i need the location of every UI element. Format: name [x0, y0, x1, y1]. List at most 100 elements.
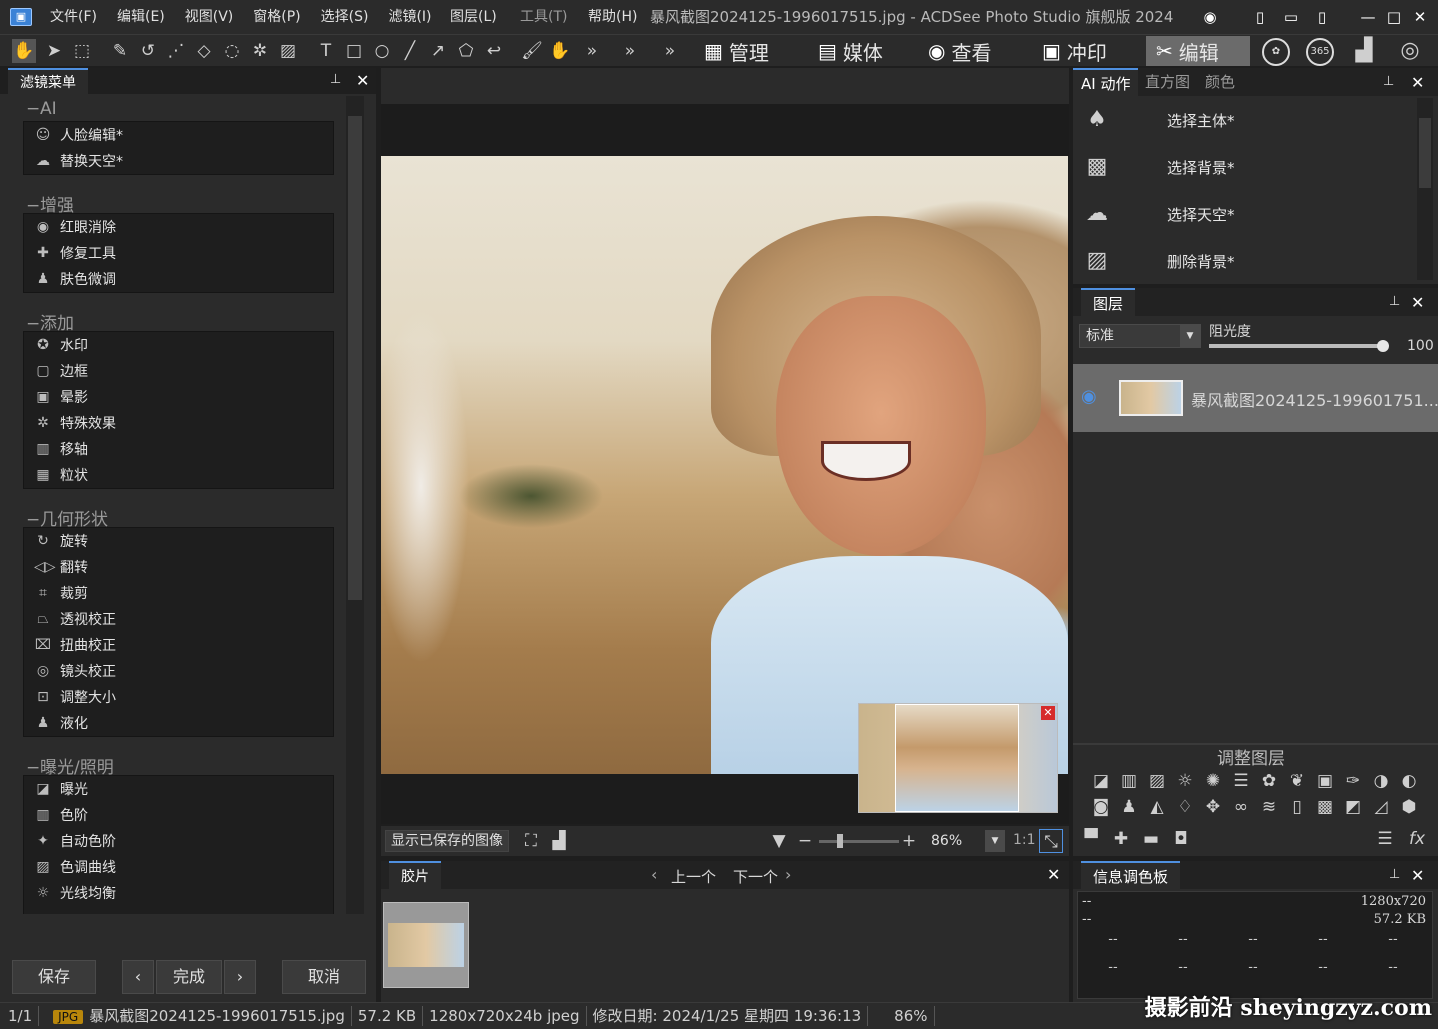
mode-tab-media[interactable]: ▤ 媒体	[808, 36, 893, 66]
brightness-adj-icon[interactable]: ✺	[1201, 770, 1225, 792]
menu-edit[interactable]: 编辑(E)	[107, 0, 175, 34]
menu-pane[interactable]: 窗格(P)	[243, 0, 310, 34]
filter-item-exposure[interactable]: ◪ 曝光	[24, 776, 333, 802]
mode-tab-develop[interactable]: ▣ 冲印	[1032, 36, 1117, 66]
line-tool-icon[interactable]: ╱	[398, 39, 422, 63]
navigator-viewport[interactable]	[895, 704, 1019, 812]
chevron-left-icon[interactable]: ‹	[651, 865, 657, 884]
cube-adj-icon[interactable]: ⬢	[1397, 796, 1421, 818]
cancel-button[interactable]: 取消	[282, 960, 366, 994]
pin-icon[interactable]: ⊥	[1389, 867, 1400, 882]
more-tools-icon[interactable]: »	[580, 39, 604, 63]
edited-photo[interactable]	[381, 156, 1068, 774]
brush-select-icon[interactable]: ✎	[108, 39, 132, 63]
smart-erase-icon[interactable]: ▨	[276, 39, 300, 63]
contrast-adj-icon[interactable]: ◐	[1397, 770, 1421, 792]
arrow-tool-icon[interactable]: ↗	[426, 39, 450, 63]
acdsee-365-icon[interactable]: 365	[1306, 38, 1334, 66]
close-window-icon[interactable]: ✕	[1410, 7, 1430, 27]
close-panel-icon[interactable]: ✕	[356, 71, 369, 90]
zoom-out-icon[interactable]: −	[793, 829, 817, 853]
rectangle-tool-icon[interactable]: □	[342, 39, 366, 63]
done-button[interactable]: 完成	[156, 960, 222, 994]
next-button[interactable]: ›	[224, 960, 256, 994]
filter-item-repair[interactable]: ✚ 修复工具	[24, 240, 333, 266]
maximize-icon[interactable]: □	[1384, 7, 1404, 27]
split-adj-icon[interactable]: ◩	[1341, 796, 1365, 818]
sliders-adj-icon[interactable]: ☰	[1229, 770, 1253, 792]
opacity-slider[interactable]	[1209, 340, 1389, 352]
layout-right-icon[interactable]: ▯	[1312, 7, 1332, 27]
light-adj-icon[interactable]: ☼	[1173, 770, 1197, 792]
person-adj-icon[interactable]: ♟	[1117, 796, 1141, 818]
menu-tools[interactable]: 工具(T)	[510, 0, 577, 34]
menu-file[interactable]: 文件(F)	[40, 0, 107, 34]
zoom-select[interactable]: 86% ▼	[925, 830, 1005, 854]
filter-item-special-effects[interactable]: ✲ 特殊效果	[24, 410, 333, 436]
close-navigator-icon[interactable]: ✕	[1041, 706, 1055, 720]
layer-row[interactable]: ◉ 暴风截图2024125-199601751...	[1073, 364, 1438, 432]
one-to-one-button[interactable]: 1:1	[1013, 832, 1036, 848]
prev-button[interactable]: ‹	[122, 960, 154, 994]
lasso-tool-icon[interactable]: ↺	[136, 39, 160, 63]
tab-ai-actions[interactable]: AI 动作	[1073, 68, 1139, 96]
mode-tab-manage[interactable]: ▦ 管理	[694, 36, 779, 66]
filter-panel-scrollbar[interactable]	[346, 96, 364, 914]
chevron-right-icon[interactable]: ›	[785, 865, 791, 884]
user-icon[interactable]: ◉	[1200, 7, 1220, 27]
close-panel-icon[interactable]: ✕	[1411, 73, 1424, 92]
filter-item-tone-curves[interactable]: ▨ 色调曲线	[24, 854, 333, 880]
minimize-icon[interactable]: —	[1358, 7, 1378, 27]
filter-item-skin-tune[interactable]: ♟ 肤色微调	[24, 266, 333, 292]
menu-layer[interactable]: 图层(L)	[440, 0, 507, 34]
tab-histogram[interactable]: 直方图	[1137, 68, 1198, 96]
filter-item-liquify[interactable]: ♟ 液化	[24, 710, 333, 736]
duplicate-layer-icon[interactable]: ▬	[1139, 828, 1163, 850]
ai-action-remove-background[interactable]: ▨ 删除背景*	[1073, 241, 1413, 281]
layout-left-icon[interactable]: ▯	[1250, 7, 1270, 27]
film-reel-icon[interactable]: ✿	[1262, 38, 1290, 66]
exposure-adj-icon[interactable]: ◪	[1089, 770, 1113, 792]
curve-tool-icon[interactable]: ↩	[482, 39, 506, 63]
filter-item-light-eq[interactable]: ☼ 光线均衡	[24, 880, 333, 906]
marquee-tool-icon[interactable]: ⬚	[70, 39, 94, 63]
drop-adj-icon[interactable]: ♢	[1173, 796, 1197, 818]
pin-icon[interactable]: ⊥	[330, 72, 341, 87]
dropper-adj-icon[interactable]: ✑	[1341, 770, 1365, 792]
filter-panel-tab[interactable]: 滤镜菜单	[8, 68, 88, 94]
dropdown-triangle-icon[interactable]: ▼	[767, 829, 791, 853]
group-title-ai[interactable]: −AI	[26, 99, 57, 119]
tone-adj-icon[interactable]: ◭	[1145, 796, 1169, 818]
curves-adj-icon[interactable]: ▨	[1145, 770, 1169, 792]
ai-action-select-sky[interactable]: ☁ 选择天空*	[1073, 194, 1413, 234]
photo-adj-icon[interactable]: ▣	[1313, 770, 1337, 792]
mode-tab-edit[interactable]: ✂ 编辑	[1146, 36, 1250, 66]
mode-tab-view[interactable]: ◉ 查看	[918, 36, 1001, 66]
hand-tool-icon[interactable]: ✋	[12, 39, 36, 63]
dashboard-chart-icon[interactable]: ▟	[1352, 39, 1376, 63]
dropper-icon[interactable]: ✋	[548, 39, 572, 63]
filter-item-vignette[interactable]: ▣ 晕影	[24, 384, 333, 410]
filter-item-levels[interactable]: ▥ 色阶	[24, 802, 333, 828]
eye-settings-icon[interactable]: ◎	[1398, 39, 1422, 63]
layout-bottom-icon[interactable]: ▭	[1281, 7, 1301, 27]
filter-item-border[interactable]: ▢ 边框	[24, 358, 333, 384]
close-filmstrip-icon[interactable]: ✕	[1047, 865, 1060, 884]
filter-item-watermark[interactable]: ✪ 水印	[24, 332, 333, 358]
filter-item-lens[interactable]: ◎ 镜头校正	[24, 658, 333, 684]
landscape-adj-icon[interactable]: ▩	[1313, 796, 1337, 818]
filmstrip-thumbnail[interactable]	[383, 902, 469, 988]
new-layer-icon[interactable]: ▀	[1079, 828, 1103, 850]
haze-adj-icon[interactable]: ≋	[1257, 796, 1281, 818]
gradient-adj-icon[interactable]: ▯	[1285, 796, 1309, 818]
blend-mode-select[interactable]: 标准 ▼	[1079, 324, 1201, 348]
eye-icon[interactable]: ◉	[1081, 386, 1097, 407]
close-panel-icon[interactable]: ✕	[1411, 293, 1424, 312]
scrollbar-thumb[interactable]	[348, 116, 362, 600]
close-panel-icon[interactable]: ✕	[1411, 866, 1424, 885]
filter-item-distortion[interactable]: ⌧ 扭曲校正	[24, 632, 333, 658]
mask-layer-icon[interactable]: ◘	[1169, 828, 1193, 850]
filter-item-red-eye[interactable]: ◉ 红眼消除	[24, 214, 333, 240]
filter-item-face-edit[interactable]: ☺ 人脸编辑*	[24, 122, 333, 148]
filter-item-perspective[interactable]: ⏢ 透视校正	[24, 606, 333, 632]
